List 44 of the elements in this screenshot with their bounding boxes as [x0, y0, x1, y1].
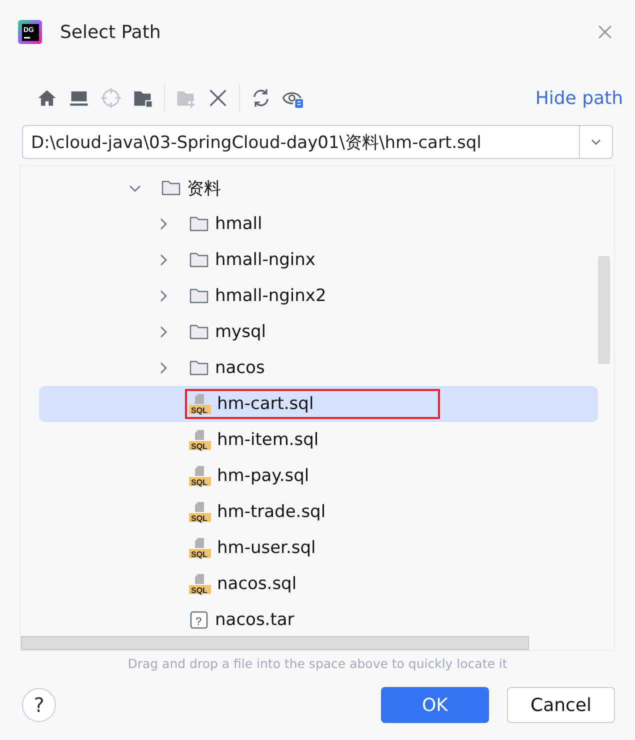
tree-item-label: hm-pay.sql [217, 466, 310, 486]
window-title: Select Path [60, 22, 162, 42]
tree-item-label: hmall [215, 214, 262, 234]
tree-item[interactable]: SQL hm-trade.sql [21, 494, 598, 530]
path-field[interactable]: D:\cloud-java\03-SpringCloud-day01\资料\hm-cart.sql [22, 125, 613, 159]
tree-item[interactable]: SQL hm-pay.sql [21, 458, 598, 494]
tree-item-label: hmall-nginx2 [215, 286, 326, 306]
tree-item[interactable]: SQL nacos.sql [21, 566, 598, 602]
tree-item[interactable]: mysql [21, 314, 598, 350]
tree-item-label: 资料 [187, 178, 221, 200]
close-icon[interactable] [597, 24, 613, 40]
scrollbar[interactable] [21, 636, 529, 650]
tree-item-label: hm-user.sql [217, 538, 316, 558]
tree-item-label: nacos.sql [217, 574, 297, 594]
tree-item-label: mysql [215, 322, 266, 342]
folder-icon [189, 215, 209, 233]
folder-icon [189, 323, 209, 341]
tree-item-label: hmall-nginx [215, 250, 316, 270]
tree-item[interactable]: SQL hm-cart.sql [39, 386, 598, 422]
tree-item[interactable]: hmall-nginx2 [21, 278, 598, 314]
tree-item[interactable]: hmall-nginx [21, 242, 598, 278]
tree-item[interactable]: SQL hm-item.sql [21, 422, 598, 458]
tree-item-label: nacos.tar [215, 610, 294, 630]
tree-item-label: hm-cart.sql [217, 394, 314, 414]
cancel-button[interactable]: Cancel [507, 687, 615, 723]
folder-icon [189, 251, 209, 269]
tree-item-label: hm-trade.sql [217, 502, 326, 522]
tree-item[interactable]: ? nacos.tar [21, 602, 598, 638]
tree-item[interactable]: 资料 [21, 170, 598, 206]
tree-item[interactable]: SQL hm-user.sql [21, 530, 598, 566]
ok-button[interactable]: OK [381, 687, 489, 723]
unknown-file-icon: ? [189, 610, 209, 630]
hide-path-link[interactable]: Hide path [535, 88, 623, 108]
folder-icon [189, 359, 209, 377]
folder-icon [189, 287, 209, 305]
folder-icon [161, 179, 181, 197]
scrollbar[interactable] [598, 256, 610, 364]
help-button[interactable]: ? [22, 688, 56, 722]
tree-item-label: hm-item.sql [217, 430, 319, 450]
drop-hint: Drag and drop a file into the space above to quickly locate it [126, 656, 508, 671]
delete-icon[interactable] [207, 87, 229, 109]
tree-item[interactable]: hmall [21, 206, 598, 242]
tree-item[interactable]: nacos [21, 350, 598, 386]
tree-item-label: nacos [215, 358, 265, 378]
